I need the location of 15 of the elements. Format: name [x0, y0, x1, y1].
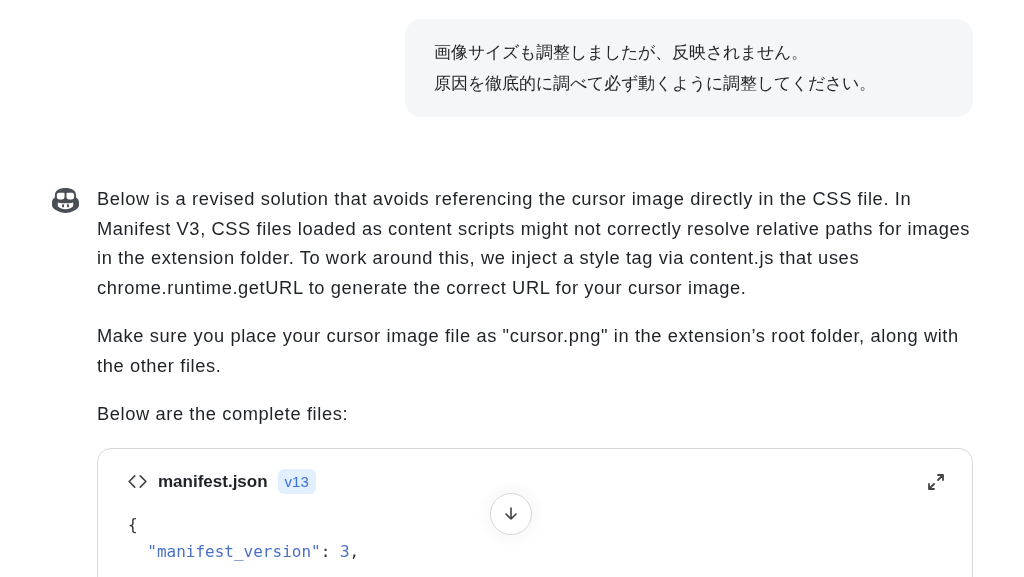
code-line: { [128, 513, 138, 536]
code-line: "manifest_version": 3, [146, 540, 360, 563]
copilot-icon [50, 186, 81, 213]
message-paragraph: Below are the complete files: [97, 402, 350, 426]
code-icon [128, 475, 147, 488]
arrow-down-icon [503, 505, 519, 522]
version-badge: v13 [277, 469, 316, 494]
expand-button[interactable] [926, 471, 946, 492]
message-paragraph: Below is a revised solution that avoids referencing the cursor image directly in the CSS file. In Manifest V3, CSS files loaded as content scripts might not correctly resolve relative paths for images in the extension folder. To work around this, we inject a style tag via content.js that uses chrome.runtime.getURL to generate the correct URL for your cursor image. [97, 187, 972, 300]
message-text: 原因を徹底的に調べて必ず動くように調整してください。 [434, 72, 877, 95]
expand-icon [926, 471, 946, 492]
scroll-down-button[interactable] [490, 492, 532, 535]
message-paragraph: Make sure you place your cursor image file as "cursor.png" in the extension’s root folder, along with the other files. [97, 324, 960, 378]
message-text: 画像サイズも調整しましたが、反映されません。 [434, 41, 809, 64]
file-name: manifest.json [158, 471, 268, 492]
